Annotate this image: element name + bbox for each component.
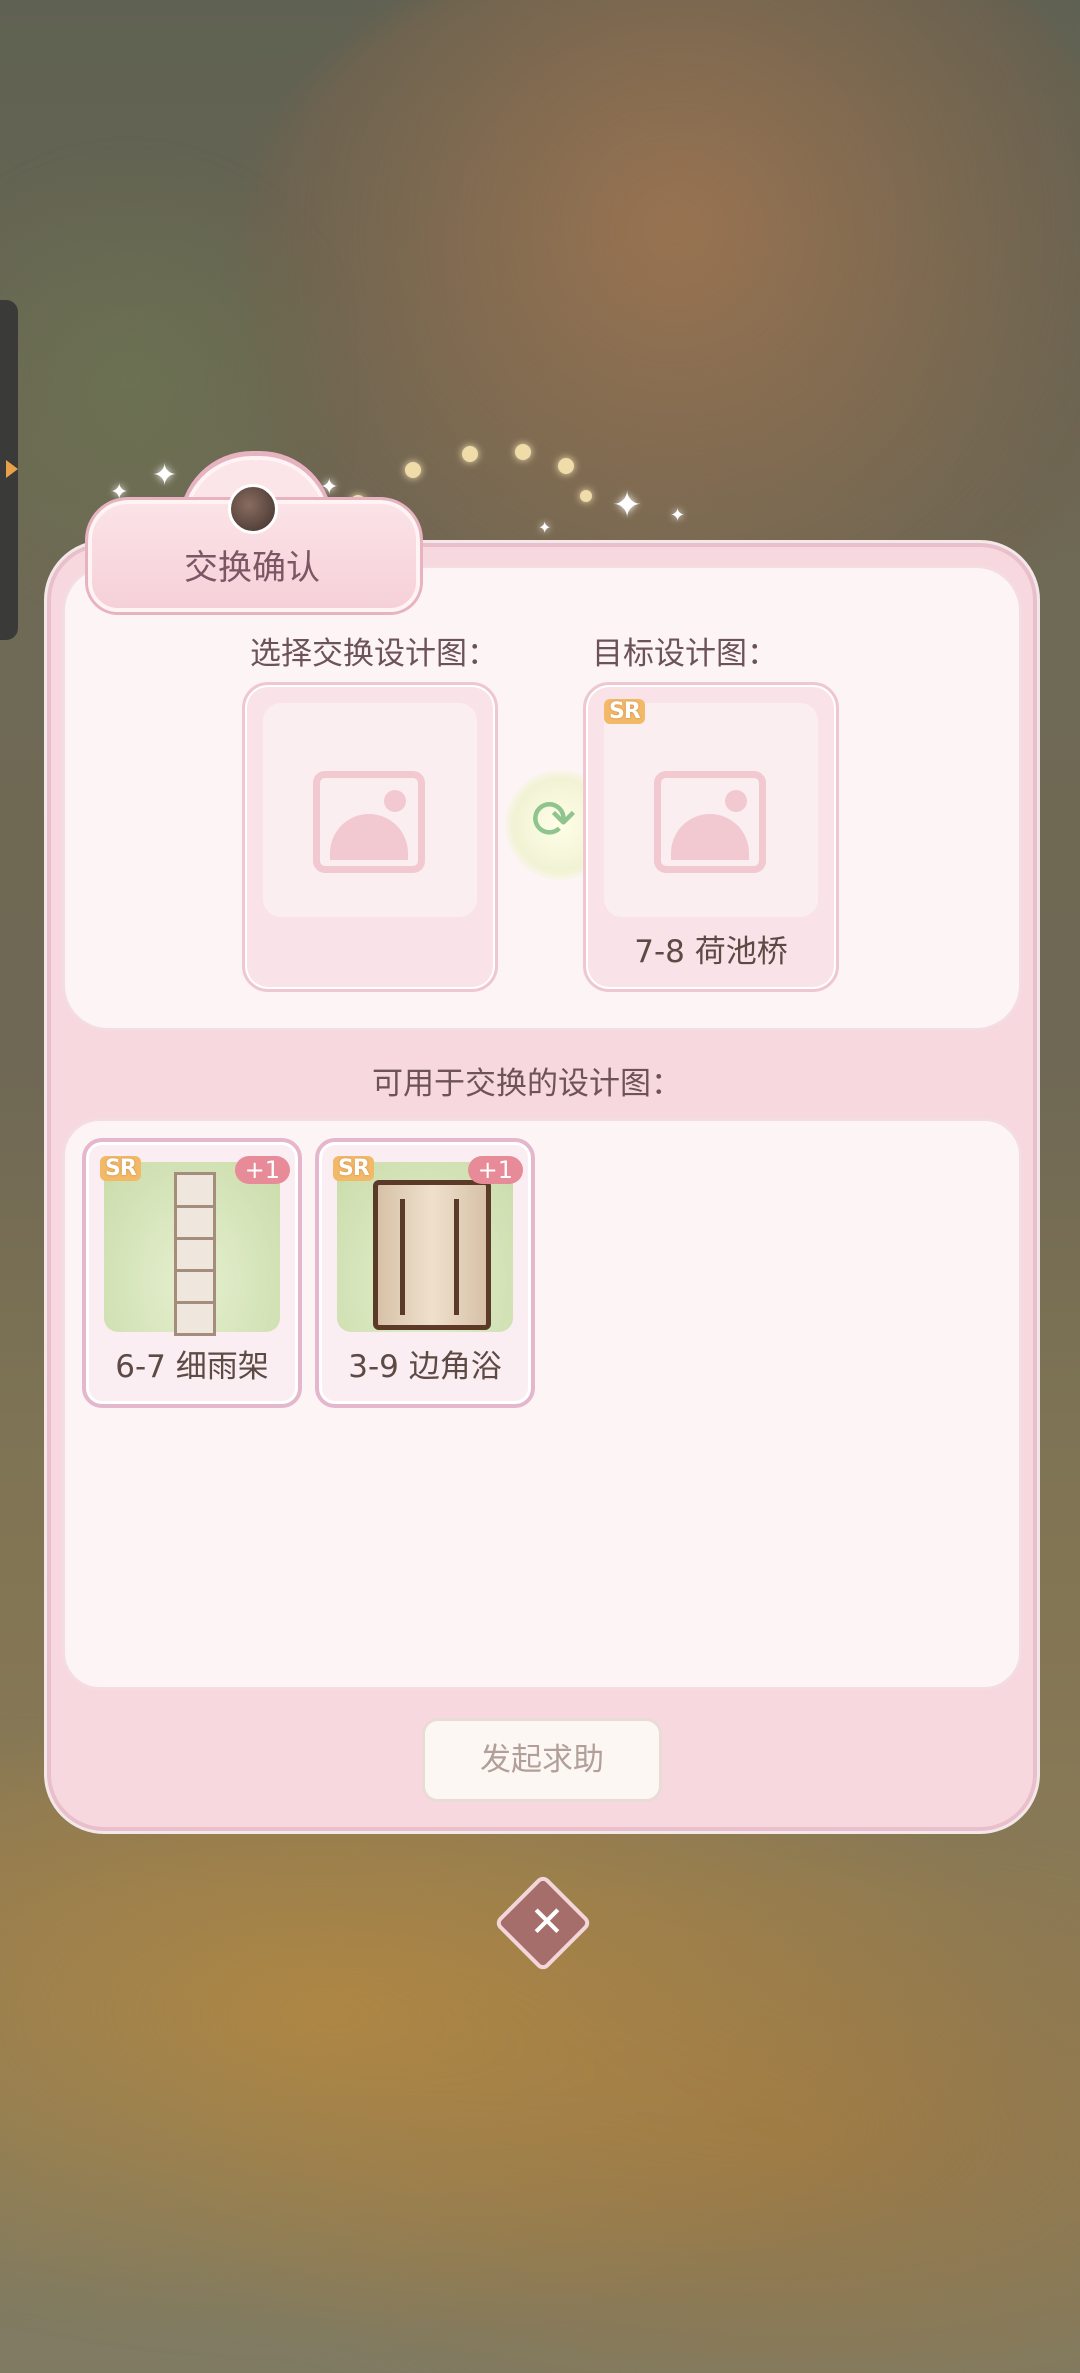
select-blueprint-slot[interactable] (242, 682, 498, 992)
blueprint-card[interactable]: SR +1 6-7 细雨架 (82, 1138, 302, 1408)
sparkle-icon: ✦ (538, 518, 552, 537)
sparkle-icon: ✦ (612, 485, 643, 526)
available-blueprints-label: 可用于交换的设计图： (372, 1066, 682, 1102)
image-placeholder-icon (654, 771, 766, 873)
select-blueprint-label: 选择交换设计图： (250, 636, 498, 672)
rarity-badge: SR (604, 699, 645, 724)
target-blueprint-name: 7-8 荷池桥 (634, 934, 788, 970)
chevron-right-icon (6, 460, 18, 478)
sparkle-dot (580, 490, 592, 502)
shelf-image (104, 1162, 280, 1336)
rarity-badge: SR (333, 1156, 374, 1181)
dialog-title: 交换确认 (184, 548, 320, 588)
sparkle-dot (462, 446, 478, 462)
sparkle-icon: ✦ (670, 505, 686, 526)
title-knob-icon (228, 484, 278, 534)
target-blueprint-slot[interactable]: SR 7-8 荷池桥 (583, 682, 839, 992)
blueprint-name: 6-7 细雨架 (115, 1349, 269, 1385)
sparkle-dot (405, 462, 421, 478)
side-drawer-tab[interactable] (0, 300, 18, 640)
count-badge: +1 (467, 1156, 523, 1184)
target-blueprint-label: 目标设计图： (592, 636, 778, 672)
count-badge: +1 (234, 1156, 290, 1184)
slot-image-area (604, 703, 818, 917)
rarity-badge: SR (100, 1156, 141, 1181)
shower-cabinet-image (337, 1162, 513, 1332)
image-placeholder-icon (313, 771, 425, 873)
blueprint-card[interactable]: SR +1 3-9 边角浴 (315, 1138, 535, 1408)
blueprint-name: 3-9 边角浴 (348, 1349, 502, 1385)
sparkle-dot (515, 444, 531, 460)
sparkle-icon: ✦ (152, 458, 178, 493)
sparkle-dot (558, 458, 574, 474)
close-icon[interactable]: ✕ (516, 1892, 578, 1952)
slot-image-area (263, 703, 477, 917)
request-help-button[interactable]: 发起求助 (422, 1718, 662, 1802)
